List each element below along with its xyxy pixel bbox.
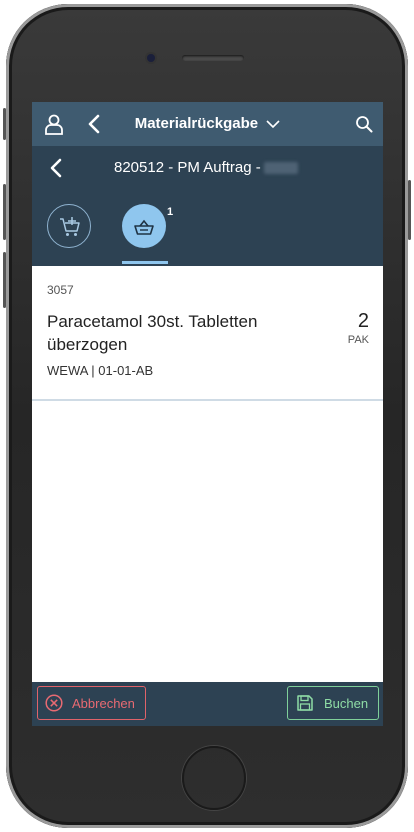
back-icon[interactable]	[49, 158, 63, 178]
mute-switch	[3, 108, 6, 140]
save-button[interactable]: Buchen	[287, 686, 379, 720]
list-item[interactable]: 3057 Paracetamol 30st. Tabletten überzog…	[32, 266, 383, 401]
save-icon	[297, 695, 313, 711]
tab-bar: 1	[32, 190, 383, 266]
page-title-label: Materialrückgabe	[134, 115, 259, 132]
cancel-button[interactable]: Abbrechen	[37, 686, 146, 720]
cart-add-icon	[60, 217, 80, 236]
app-screen: Materialrückgabe 820512 - PM Auftrag - 1…	[32, 102, 383, 726]
volume-up-button	[3, 184, 6, 240]
power-button	[408, 180, 411, 240]
front-camera	[147, 54, 155, 62]
item-quantity: 2	[357, 310, 369, 332]
tab-add-to-cart[interactable]	[47, 204, 91, 248]
search-icon[interactable]	[355, 115, 373, 133]
order-title-label: 820512 - PM Auftrag -	[114, 159, 261, 176]
storage-location: WEWA | 01-01-AB	[47, 363, 154, 378]
material-code: 3057	[47, 283, 74, 297]
save-label: Buchen	[324, 696, 369, 711]
earpiece-speaker	[182, 55, 244, 61]
order-title: 820512 - PM Auftrag -	[114, 159, 298, 176]
active-tab-indicator	[122, 261, 168, 264]
chevron-down-icon	[266, 120, 280, 129]
item-unit: PAK	[347, 334, 369, 346]
cancel-label: Abbrechen	[72, 696, 135, 711]
volume-down-button	[3, 252, 6, 308]
action-footer: Abbrechen Buchen	[32, 682, 383, 726]
home-button[interactable]	[182, 746, 246, 810]
cancel-circle-icon	[45, 694, 63, 712]
basket-count-badge: 1	[167, 206, 174, 218]
order-header: 820512 - PM Auftrag -	[32, 146, 383, 190]
redacted-text	[263, 162, 298, 175]
app-header: Materialrückgabe	[32, 102, 383, 146]
page-title[interactable]: Materialrückgabe	[32, 115, 383, 132]
basket-icon	[134, 219, 154, 235]
material-name: Paracetamol 30st. Tabletten überzogen	[47, 312, 258, 354]
tab-basket[interactable]	[122, 204, 166, 248]
